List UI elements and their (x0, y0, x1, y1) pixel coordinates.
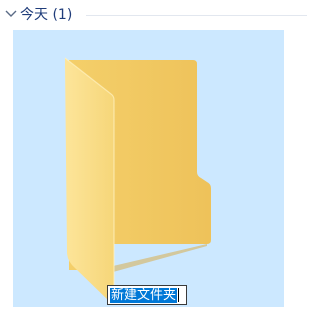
group-title: 今天 (1) (20, 7, 73, 23)
chevron-down-icon[interactable] (4, 9, 18, 19)
group-header-today[interactable]: 今天 (1) (0, 0, 307, 30)
folder-name-selected-text[interactable]: 新建文件夹 (110, 287, 178, 303)
text-caret (178, 288, 180, 302)
folder-item[interactable]: 新建文件夹 (13, 30, 284, 307)
folder-icon (64, 57, 211, 301)
rename-input[interactable]: 新建文件夹 (107, 285, 187, 305)
group-divider (86, 15, 307, 16)
